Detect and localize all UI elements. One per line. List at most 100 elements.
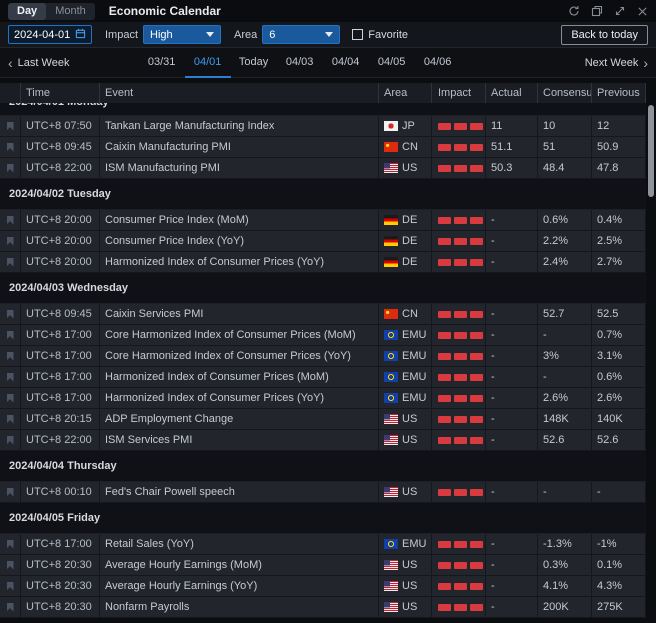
- event-row[interactable]: UTC+8 17:00Core Harmonized Index of Cons…: [0, 325, 646, 346]
- bookmark-icon[interactable]: [7, 582, 14, 591]
- event-row[interactable]: UTC+8 17:00Retail Sales (YoY)EMU--1.3%-1…: [0, 534, 646, 555]
- previous-value: 2.7%: [592, 252, 646, 272]
- event-row[interactable]: UTC+8 00:10Fed's Chair Powell speechUS--…: [0, 482, 646, 503]
- event-time: UTC+8 17:00: [21, 367, 100, 387]
- flag-emu-icon: [384, 351, 398, 361]
- event-row[interactable]: UTC+8 20:30Average Hourly Earnings (MoM)…: [0, 555, 646, 576]
- column-header-time: Time: [21, 83, 100, 103]
- event-row[interactable]: UTC+8 20:15ADP Employment ChangeUS-148K1…: [0, 409, 646, 430]
- bookmark-cell: [0, 231, 21, 251]
- event-row[interactable]: UTC+8 17:00Harmonized Index of Consumer …: [0, 388, 646, 409]
- event-time: UTC+8 22:00: [21, 430, 100, 450]
- event-name: Average Hourly Earnings (MoM): [100, 555, 379, 575]
- event-time: UTC+8 20:30: [21, 597, 100, 617]
- area-select[interactable]: 6: [262, 25, 340, 44]
- event-row[interactable]: UTC+8 17:00Harmonized Index of Consumer …: [0, 367, 646, 388]
- day-tab-03-31[interactable]: 03/31: [139, 48, 185, 78]
- event-row[interactable]: UTC+8 20:30Average Hourly Earnings (YoY)…: [0, 576, 646, 597]
- bookmark-icon[interactable]: [7, 352, 14, 361]
- bookmark-icon[interactable]: [7, 561, 14, 570]
- bookmark-icon[interactable]: [7, 415, 14, 424]
- event-row[interactable]: UTC+8 20:00Consumer Price Index (MoM)DE-…: [0, 210, 646, 231]
- event-time: UTC+8 20:00: [21, 231, 100, 251]
- impact-indicator: [432, 576, 486, 596]
- bookmark-icon[interactable]: [7, 122, 14, 131]
- event-row[interactable]: UTC+8 09:45Caixin Manufacturing PMICN51.…: [0, 137, 646, 158]
- event-row[interactable]: UTC+8 22:00ISM Services PMIUS-52.652.6: [0, 430, 646, 451]
- close-icon[interactable]: [637, 6, 648, 17]
- actual-value: -: [486, 388, 538, 408]
- restore-window-icon[interactable]: [591, 5, 603, 17]
- flag-us-icon: [384, 560, 398, 570]
- area-code: EMU: [402, 388, 426, 408]
- bookmark-icon[interactable]: [7, 164, 14, 173]
- impact-indicator: [432, 325, 486, 345]
- tab-day[interactable]: Day: [8, 3, 46, 20]
- bookmark-icon[interactable]: [7, 331, 14, 340]
- event-name: Nonfarm Payrolls: [100, 597, 379, 617]
- bookmark-icon[interactable]: [7, 436, 14, 445]
- event-row[interactable]: UTC+8 20:30Nonfarm PayrollsUS-200K275K: [0, 597, 646, 618]
- impact-bar-icon: [454, 562, 467, 569]
- favorite-filter[interactable]: Favorite: [352, 29, 408, 41]
- event-row[interactable]: UTC+8 17:00Core Harmonized Index of Cons…: [0, 346, 646, 367]
- impact-bar-icon: [454, 123, 467, 130]
- event-time: UTC+8 09:45: [21, 304, 100, 324]
- impact-bar-icon: [454, 217, 467, 224]
- area-filter-label: Area: [234, 29, 257, 41]
- day-tab-today[interactable]: Today: [231, 48, 277, 78]
- day-tab-04-05[interactable]: 04/05: [369, 48, 415, 78]
- vertical-scrollbar[interactable]: [646, 103, 656, 618]
- bookmark-icon[interactable]: [7, 603, 14, 612]
- event-row[interactable]: UTC+8 07:50Tankan Large Manufacturing In…: [0, 116, 646, 137]
- consensus-value: 4.1%: [538, 576, 592, 596]
- bookmark-icon[interactable]: [7, 310, 14, 319]
- event-row[interactable]: UTC+8 20:00Harmonized Index of Consumer …: [0, 252, 646, 273]
- area-code: US: [402, 576, 417, 596]
- day-tab-04-04[interactable]: 04/04: [323, 48, 369, 78]
- consensus-value: 48.4: [538, 158, 592, 178]
- impact-bar-icon: [438, 332, 451, 339]
- consensus-value: -: [538, 482, 592, 502]
- event-row[interactable]: UTC+8 20:00Consumer Price Index (YoY)DE-…: [0, 231, 646, 252]
- flag-us-icon: [384, 163, 398, 173]
- column-header-event: Event: [100, 83, 379, 103]
- last-week-label: Last Week: [18, 57, 70, 69]
- tab-month[interactable]: Month: [46, 3, 95, 20]
- event-name: Caixin Manufacturing PMI: [100, 137, 379, 157]
- favorite-checkbox[interactable]: [352, 29, 363, 40]
- bookmark-icon[interactable]: [7, 394, 14, 403]
- bookmark-icon[interactable]: [7, 258, 14, 267]
- day-tab-04-06[interactable]: 04/06: [415, 48, 461, 78]
- event-row[interactable]: UTC+8 22:00ISM Manufacturing PMIUS50.348…: [0, 158, 646, 179]
- event-row[interactable]: UTC+8 09:45Caixin Services PMICN-52.752.…: [0, 304, 646, 325]
- impact-bar-icon: [438, 144, 451, 151]
- refresh-icon[interactable]: [568, 5, 580, 17]
- previous-value: 12: [592, 116, 646, 136]
- impact-select[interactable]: High: [143, 25, 221, 44]
- bookmark-icon[interactable]: [7, 540, 14, 549]
- day-tab-04-03[interactable]: 04/03: [277, 48, 323, 78]
- previous-value: 0.7%: [592, 325, 646, 345]
- bookmark-icon[interactable]: [7, 373, 14, 382]
- back-to-today-button[interactable]: Back to today: [561, 25, 648, 45]
- scrollbar-thumb[interactable]: [648, 105, 654, 197]
- day-tab-04-01[interactable]: 04/01: [185, 48, 231, 78]
- bookmark-icon[interactable]: [7, 237, 14, 246]
- bookmark-cell: [0, 409, 21, 429]
- bookmark-icon[interactable]: [7, 216, 14, 225]
- impact-bar-icon: [454, 541, 467, 548]
- bookmark-cell: [0, 555, 21, 575]
- date-picker-input[interactable]: 2024-04-01: [8, 25, 92, 44]
- bookmark-icon[interactable]: [7, 488, 14, 497]
- event-time: UTC+8 07:50: [21, 116, 100, 136]
- date-group-header: 2024/04/04 Thursday: [0, 451, 646, 482]
- expand-icon[interactable]: [614, 5, 626, 17]
- flag-us-icon: [384, 581, 398, 591]
- flag-emu-icon: [384, 372, 398, 382]
- next-week-button[interactable]: Next Week ›: [585, 56, 648, 70]
- bookmark-icon[interactable]: [7, 143, 14, 152]
- last-week-button[interactable]: ‹ Last Week: [8, 56, 69, 70]
- chevron-right-icon: ›: [643, 56, 648, 70]
- impact-bar-icon: [470, 583, 483, 590]
